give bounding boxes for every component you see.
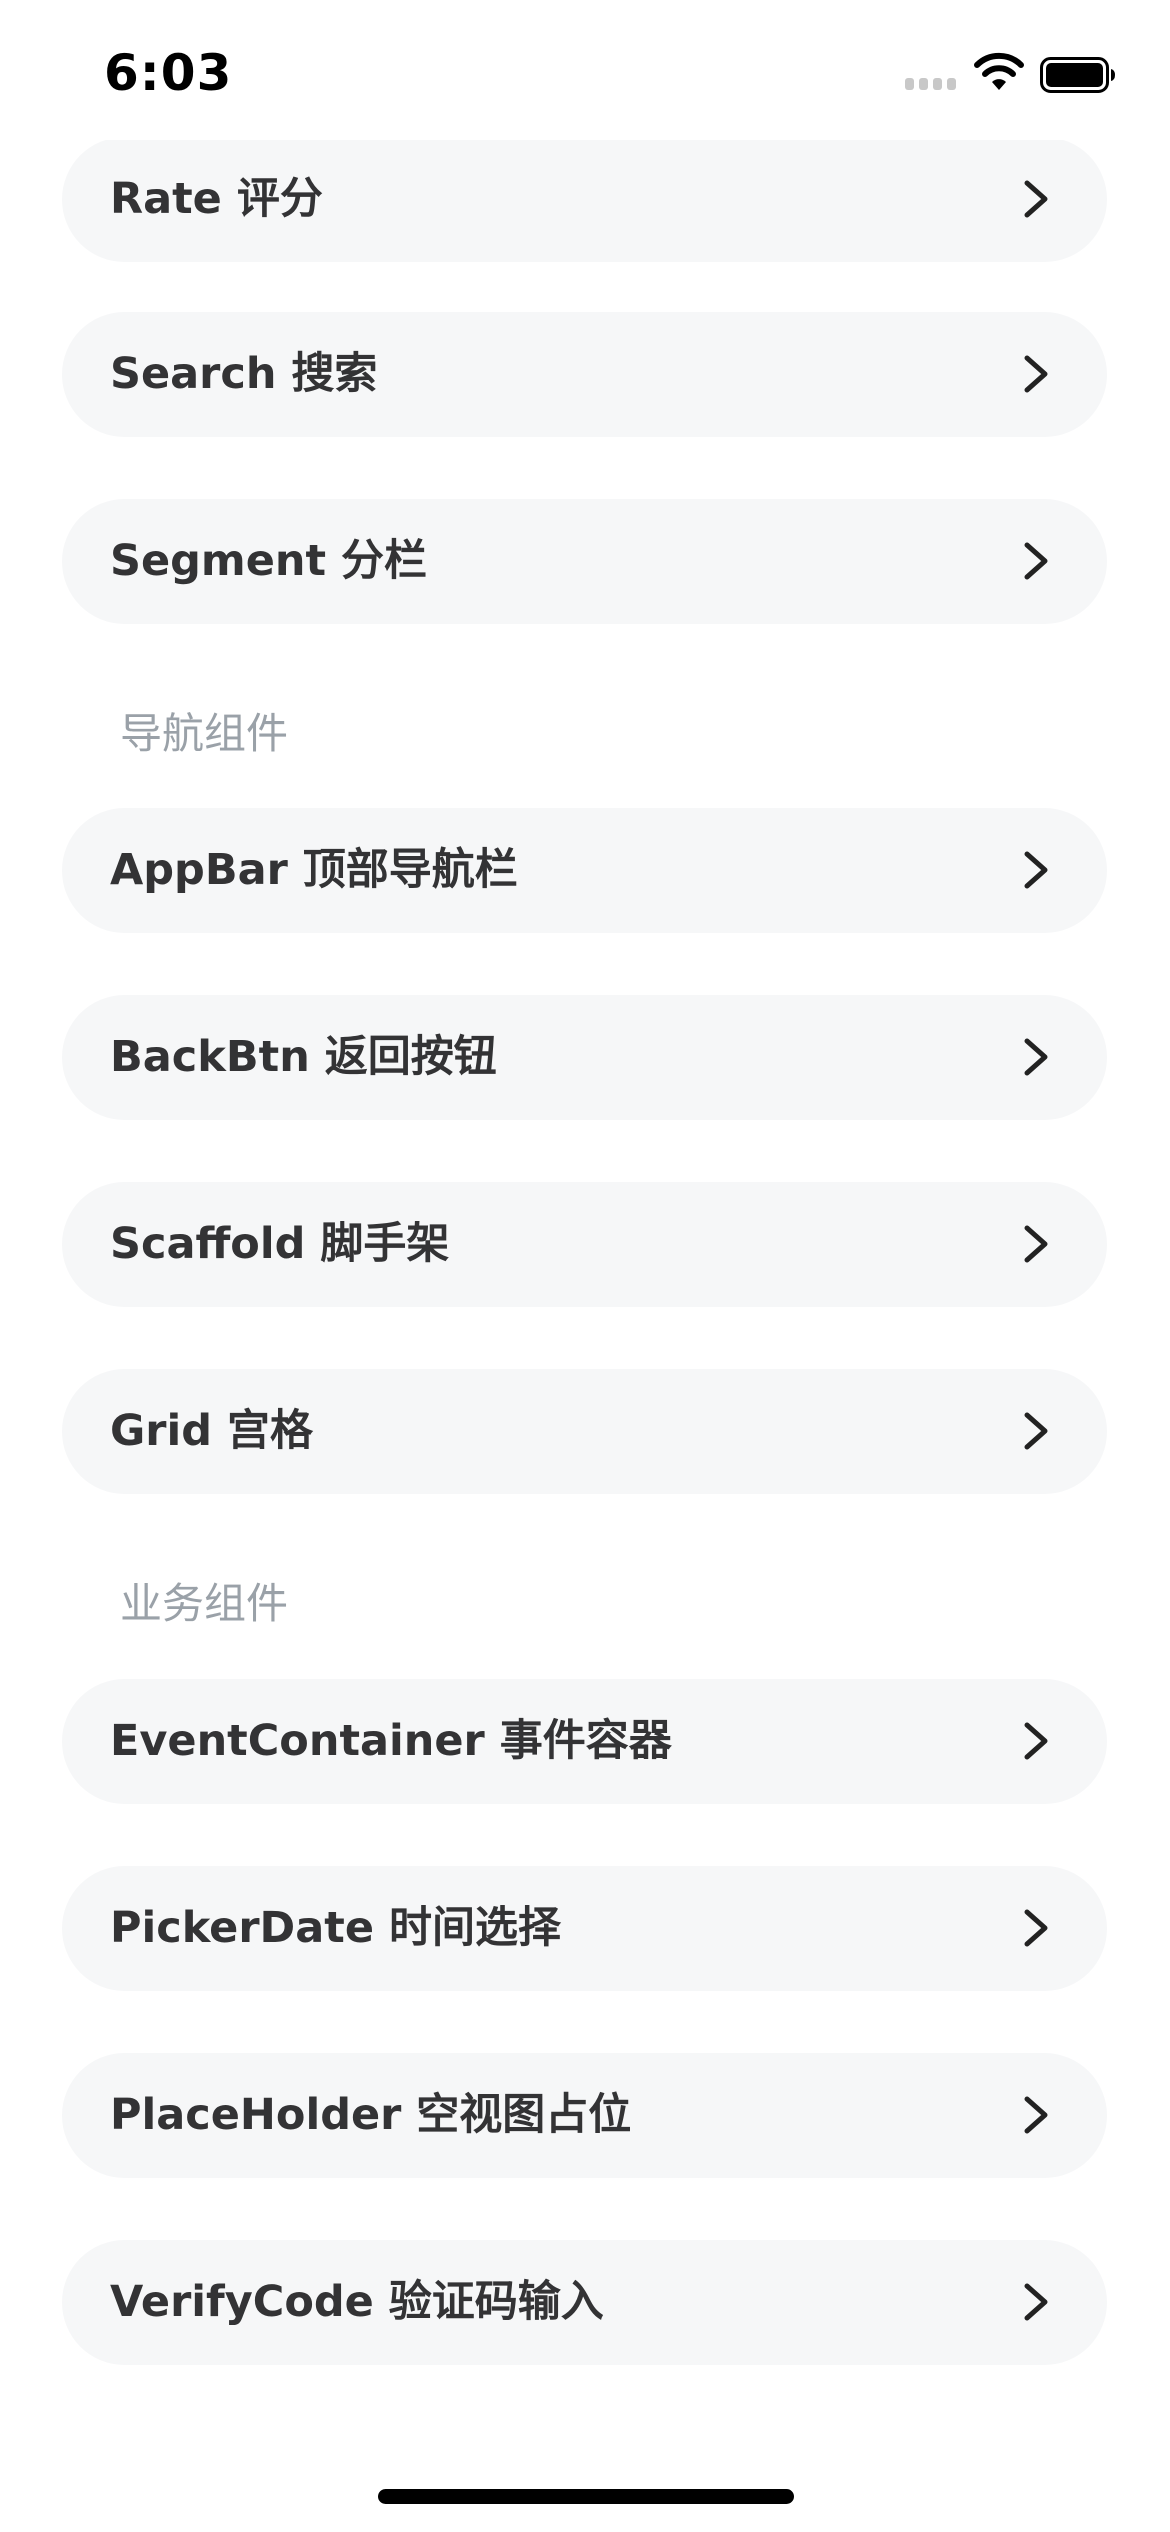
chevron-right-icon [1024, 1909, 1048, 1947]
list-item-verifycode[interactable]: VerifyCode 验证码输入 [62, 2240, 1107, 2365]
list-item-label: Scaffold 脚手架 [110, 1219, 450, 1269]
list-item-pickerdate[interactable]: PickerDate 时间选择 [62, 1866, 1107, 1991]
section-title-navigation: 导航组件 [120, 709, 289, 758]
wifi-icon [974, 52, 1024, 90]
list-item-rate[interactable]: Rate 评分 [62, 137, 1107, 262]
list-item-label: PlaceHolder 空视图占位 [110, 2090, 632, 2140]
list-item-label: Rate 评分 [110, 174, 323, 224]
chevron-right-icon [1024, 542, 1048, 580]
list-item-label: BackBtn 返回按钮 [110, 1032, 497, 1082]
cellular-signal-icon [905, 78, 957, 92]
list-item-label: Segment 分栏 [110, 536, 428, 586]
status-bar: 6:03 [0, 0, 1170, 140]
chevron-right-icon [1024, 180, 1048, 218]
list-item-label: Search 搜索 [110, 349, 378, 399]
list-item-search[interactable]: Search 搜索 [62, 312, 1107, 437]
list-item-grid[interactable]: Grid 宫格 [62, 1369, 1107, 1494]
list-item-label: EventContainer 事件容器 [110, 1716, 672, 1766]
list-item-appbar[interactable]: AppBar 顶部导航栏 [62, 808, 1107, 933]
home-indicator[interactable] [378, 2489, 794, 2504]
list-item-label: PickerDate 时间选择 [110, 1903, 561, 1953]
battery-icon [1040, 57, 1115, 93]
chevron-right-icon [1024, 1225, 1048, 1263]
list-item-scaffold[interactable]: Scaffold 脚手架 [62, 1182, 1107, 1307]
chevron-right-icon [1024, 851, 1048, 889]
chevron-right-icon [1024, 355, 1048, 393]
chevron-right-icon [1024, 2096, 1048, 2134]
list-item-segment[interactable]: Segment 分栏 [62, 499, 1107, 624]
list-item-eventcontainer[interactable]: EventContainer 事件容器 [62, 1679, 1107, 1804]
list-item-label: AppBar 顶部导航栏 [110, 845, 518, 895]
chevron-right-icon [1024, 1722, 1048, 1760]
list-item-label: Grid 宫格 [110, 1406, 313, 1456]
status-time: 6:03 [104, 44, 233, 102]
list-item-backbtn[interactable]: BackBtn 返回按钮 [62, 995, 1107, 1120]
chevron-right-icon [1024, 1412, 1048, 1450]
chevron-right-icon [1024, 1038, 1048, 1076]
section-title-business: 业务组件 [120, 1579, 289, 1628]
list-item-label: VerifyCode 验证码输入 [110, 2277, 604, 2327]
list-item-placeholder[interactable]: PlaceHolder 空视图占位 [62, 2053, 1107, 2178]
chevron-right-icon [1024, 2283, 1048, 2321]
